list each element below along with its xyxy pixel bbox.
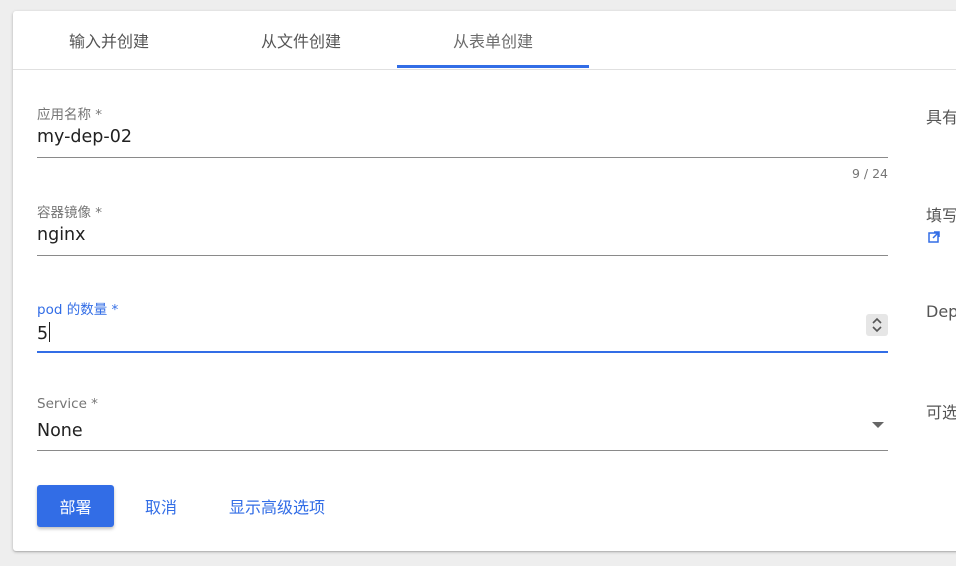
deploy-card: 输入并创建 从文件创建 从表单创建 应用名称 * my-dep-02 9 / 2… — [13, 11, 956, 551]
tab-file-create[interactable]: 从文件创建 — [205, 11, 397, 69]
dropdown-arrow-icon — [872, 422, 884, 428]
external-link-icon[interactable] — [927, 229, 941, 243]
pod-count-field[interactable]: pod 的数量 * 5 — [37, 298, 888, 358]
container-image-label: 容器镜像 * — [37, 205, 103, 221]
side-help-app-name: 具有 — [926, 108, 956, 127]
app-name-label: 应用名称 * — [37, 107, 103, 123]
deploy-button[interactable]: 部署 — [37, 485, 114, 527]
side-help-image: 填写 — [926, 206, 956, 225]
active-tab-indicator — [397, 65, 589, 68]
side-help-pods: Dep — [926, 302, 956, 321]
show-advanced-options-button[interactable]: 显示高级选项 — [229, 485, 325, 527]
pod-count-underline — [37, 351, 888, 353]
cancel-button[interactable]: 取消 — [145, 485, 177, 527]
service-label: Service * — [37, 396, 98, 412]
app-name-underline — [37, 157, 888, 158]
app-name-input[interactable]: my-dep-02 — [37, 127, 132, 147]
tab-form-create[interactable]: 从表单创建 — [397, 11, 589, 69]
side-help-service: 可选 — [926, 403, 956, 422]
pod-count-label: pod 的数量 * — [37, 302, 119, 318]
pod-count-input[interactable]: 5 — [37, 322, 51, 344]
tab-input-create[interactable]: 输入并创建 — [13, 11, 205, 69]
text-caret — [49, 322, 51, 342]
container-image-field[interactable]: 容器镜像 * nginx — [37, 201, 888, 261]
tab-bar: 输入并创建 从文件创建 从表单创建 — [13, 11, 956, 70]
service-underline — [37, 450, 888, 451]
app-name-char-counter: 9 / 24 — [851, 166, 888, 181]
pod-count-value: 5 — [37, 324, 49, 344]
service-select[interactable]: Service * None — [37, 396, 888, 456]
stepper-arrows-icon[interactable] — [866, 314, 888, 336]
container-image-input[interactable]: nginx — [37, 225, 86, 245]
app-name-field[interactable]: 应用名称 * my-dep-02 9 / 24 — [37, 103, 888, 183]
service-selected-value: None — [37, 421, 83, 441]
container-image-underline — [37, 255, 888, 256]
